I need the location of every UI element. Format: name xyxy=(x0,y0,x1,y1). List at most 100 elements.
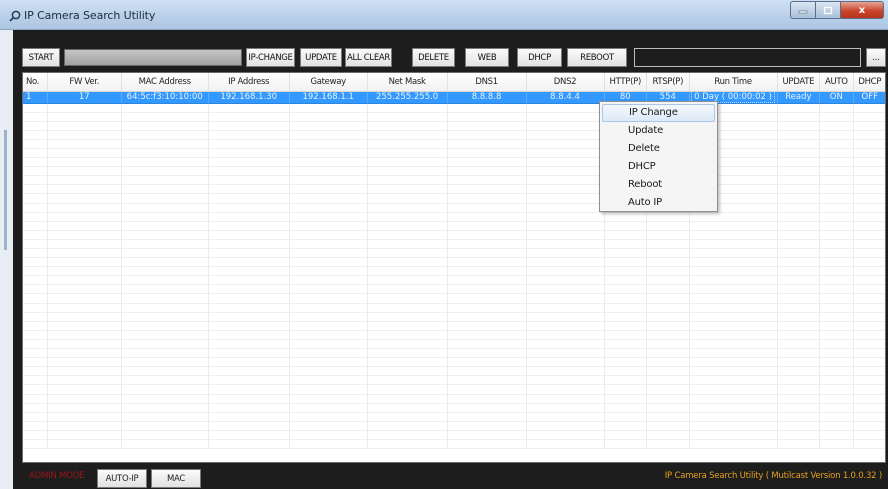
empty-row xyxy=(23,157,885,168)
mac-button[interactable]: MAC xyxy=(151,469,201,488)
empty-row xyxy=(23,403,885,413)
empty-row xyxy=(23,284,885,295)
column-header[interactable]: No. xyxy=(23,73,48,92)
maximize-icon xyxy=(823,6,833,14)
empty-row xyxy=(23,130,885,140)
empty-row xyxy=(23,239,885,250)
menu-item-dhcp[interactable]: DHCP xyxy=(602,158,715,176)
empty-row xyxy=(23,148,885,159)
cell-update: Ready xyxy=(777,91,821,104)
empty-row xyxy=(23,421,885,431)
empty-row xyxy=(23,430,885,440)
empty-row xyxy=(23,330,885,340)
ip-change-button[interactable]: IP-CHANGE xyxy=(246,48,295,67)
delete-button[interactable]: DELETE xyxy=(412,48,455,67)
empty-row xyxy=(23,312,885,322)
menu-item-update[interactable]: Update xyxy=(602,122,715,140)
empty-row xyxy=(23,193,885,204)
cell-mac: 64:5c:f3:10:10:00 xyxy=(121,91,209,104)
empty-row xyxy=(23,139,885,149)
column-header[interactable]: AUTO xyxy=(819,73,854,92)
search-icon xyxy=(9,10,21,22)
empty-row xyxy=(23,175,885,186)
empty-row xyxy=(23,384,885,395)
column-header[interactable]: Net Mask xyxy=(367,73,448,92)
column-header[interactable]: Gateway xyxy=(289,73,368,92)
column-header[interactable]: Run Time xyxy=(689,73,778,92)
minimize-button[interactable] xyxy=(790,1,815,19)
column-header[interactable]: DHCP xyxy=(853,73,885,92)
empty-row xyxy=(23,357,885,368)
table-row[interactable]: 1 17 64:5c:f3:10:10:00 192.168.1.30 192.168.… xyxy=(23,91,885,104)
cell-dns2: 8.8.4.4 xyxy=(526,91,605,104)
context-menu: IP Change Update Delete DHCP Reboot Auto… xyxy=(599,101,718,212)
progress-fill xyxy=(65,50,241,65)
update-button[interactable]: UPDATE xyxy=(300,48,342,67)
all-clear-button[interactable]: ALL CLEAR xyxy=(345,48,392,67)
empty-row xyxy=(23,321,885,331)
empty-row xyxy=(23,121,885,131)
cell-fw: 17 xyxy=(47,91,122,104)
column-header[interactable]: HTTP(P) xyxy=(604,73,648,92)
empty-row xyxy=(23,394,885,404)
empty-row xyxy=(23,112,885,122)
column-header[interactable]: IP Address xyxy=(208,73,290,92)
start-button[interactable]: START xyxy=(22,48,60,67)
window-left-edge xyxy=(0,30,13,489)
empty-row xyxy=(23,412,885,422)
maximize-button[interactable] xyxy=(815,1,840,19)
web-button[interactable]: WEB xyxy=(465,48,509,67)
menu-item-ip-change[interactable]: IP Change xyxy=(602,104,715,122)
column-header[interactable]: MAC Address xyxy=(121,73,209,92)
empty-row xyxy=(23,221,885,231)
camera-list[interactable]: No. FW Ver. MAC Address IP Address Gateway Ne… xyxy=(22,72,886,463)
menu-item-delete[interactable]: Delete xyxy=(602,140,715,158)
cell-dhcp: OFF xyxy=(853,91,885,104)
reboot-button[interactable]: REBOOT xyxy=(567,48,627,67)
empty-row xyxy=(23,203,885,213)
column-header[interactable]: FW Ver. xyxy=(47,73,122,92)
empty-row xyxy=(23,339,885,350)
cell-netmask: 255.255.255.0 xyxy=(367,91,448,104)
empty-row xyxy=(23,366,885,377)
more-button[interactable]: ... xyxy=(866,48,886,67)
close-icon: x xyxy=(858,4,866,16)
window-title: IP Camera Search Utility xyxy=(24,9,156,22)
title-bar: IP Camera Search Utility x xyxy=(0,0,888,30)
column-header[interactable]: RTSP(P) xyxy=(646,73,690,92)
column-header[interactable]: UPDATE xyxy=(777,73,821,92)
empty-row xyxy=(23,375,885,386)
empty-row xyxy=(23,103,885,113)
dhcp-button[interactable]: DHCP xyxy=(517,48,562,67)
empty-row xyxy=(23,303,885,313)
auto-ip-button[interactable]: AUTO-IP xyxy=(97,469,147,488)
menu-item-reboot[interactable]: Reboot xyxy=(602,176,715,194)
version-label: IP Camera Search Utility ( Mutilcast Ver… xyxy=(664,471,882,481)
empty-row xyxy=(23,275,885,286)
camera-table: No. FW Ver. MAC Address IP Address Gateway Ne… xyxy=(23,73,885,450)
empty-row xyxy=(23,184,885,195)
empty-row xyxy=(23,248,885,259)
minimize-icon xyxy=(798,10,808,14)
mode-label: ADMIN MODE xyxy=(29,471,85,481)
empty-row xyxy=(23,293,885,304)
empty-row xyxy=(23,348,885,359)
cell-no: 1 xyxy=(23,91,48,104)
cell-dns1: 8.8.8.8 xyxy=(447,91,527,104)
table-header: No. FW Ver. MAC Address IP Address Gateway Ne… xyxy=(23,73,885,92)
column-header[interactable]: DNS2 xyxy=(526,73,605,92)
progress-bar xyxy=(64,49,242,66)
empty-row xyxy=(23,230,885,240)
window-controls: x xyxy=(790,1,884,19)
cell-ip: 192.168.1.30 xyxy=(208,91,290,104)
cell-gateway: 192.168.1.1 xyxy=(289,91,368,104)
column-header[interactable]: DNS1 xyxy=(447,73,527,92)
cell-auto: ON xyxy=(819,91,854,104)
close-button[interactable]: x xyxy=(840,1,884,19)
empty-row xyxy=(23,257,885,268)
status-field xyxy=(634,48,861,67)
empty-row xyxy=(23,212,885,222)
empty-row xyxy=(23,439,885,450)
menu-item-auto-ip[interactable]: Auto IP xyxy=(602,194,715,212)
empty-row xyxy=(23,266,885,277)
